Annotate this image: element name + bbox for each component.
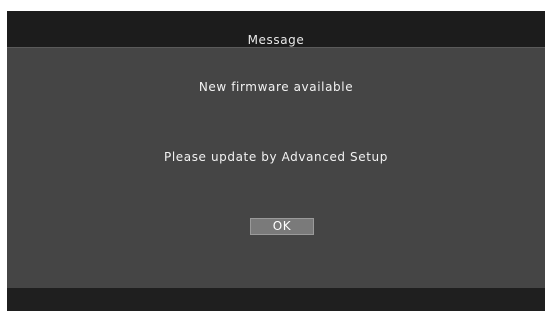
dialog-title-bar: Message (7, 11, 545, 48)
ok-button[interactable]: OK (250, 218, 314, 235)
tv-screen: Message New firmware available Please up… (7, 11, 545, 311)
firmware-available-message: New firmware available (198, 80, 354, 94)
message-dialog: Message New firmware available Please up… (7, 11, 545, 288)
update-instruction-message: Please update by Advanced Setup (163, 150, 388, 164)
dialog-title: Message (247, 33, 305, 47)
bottom-bar (7, 288, 545, 311)
